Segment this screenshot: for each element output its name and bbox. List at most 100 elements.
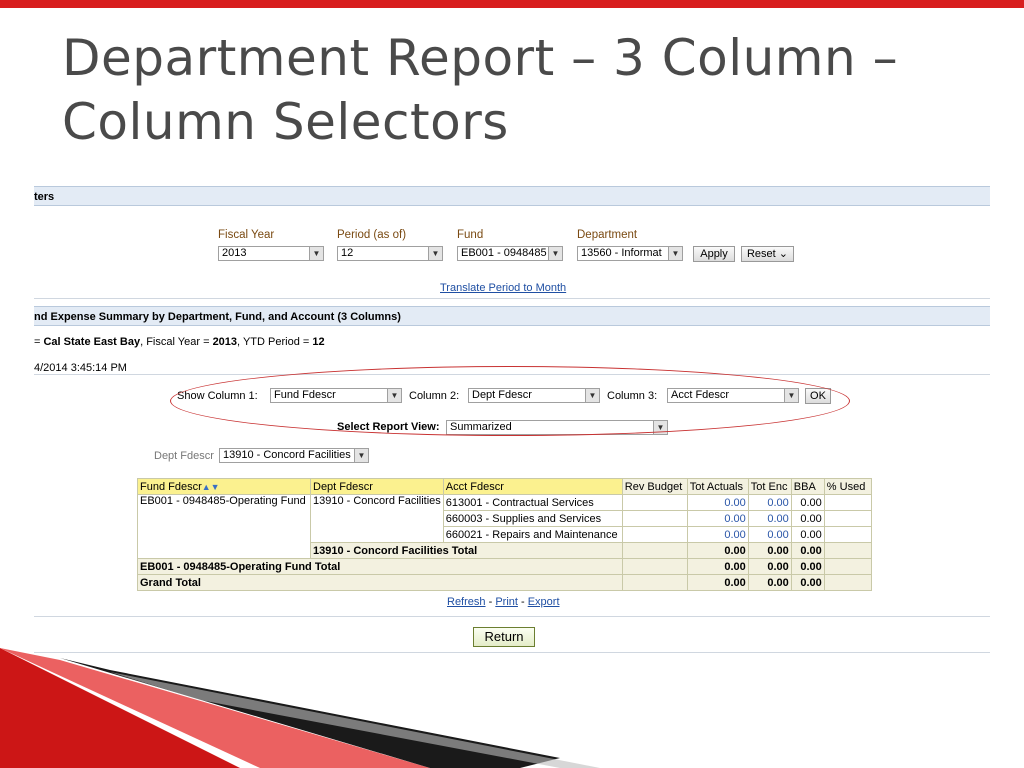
separator: - [485,596,496,608]
fiscal-year-text: , Fiscal Year = [140,336,213,348]
cell-rev-budget [621,558,688,575]
fund-total-label: EB001 - 0948485-Operating Fund Total [137,558,623,575]
cell-bba: 0.00 [790,510,825,527]
report-screenshot: ters Fiscal Year 2013 ▼ Period (as of) 12… [34,184,990,654]
cell-rev-budget [621,542,688,559]
fund-total-enc: 0.00 [747,558,792,575]
header-pct-used: % Used [823,478,872,495]
fiscal-year-value: 2013 [222,247,247,259]
print-link[interactable]: Print [495,596,518,608]
cell-tot-enc[interactable]: 0.00 [747,510,792,527]
header-acct-fdescr: Acct Fdescr [442,478,623,495]
grand-total-enc: 0.00 [747,574,792,591]
department-value: 13560 - Informat [581,247,662,259]
report-header: nd Expense Summary by Department, Fund, … [34,306,990,326]
dropdown-arrow-icon: ▼ [548,247,562,260]
cell-rev-budget [621,510,688,527]
fund-select[interactable]: EB001 - 0948485 ▼ [457,246,563,261]
cell-pct-used [823,558,872,575]
cell-pct-used [823,542,872,559]
filters-header: ters [34,186,990,206]
report-timestamp: 4/2014 3:45:14 PM [34,362,127,374]
cell-tot-actuals[interactable]: 0.00 [686,526,749,543]
cell-bba: 0.00 [790,494,825,511]
grand-total-actuals: 0.00 [686,574,749,591]
fund-total-bba: 0.00 [790,558,825,575]
table-row: EB001 - 0948485-Operating Fund 13910 - C… [137,494,872,559]
header-label: Fund Fdescr [140,480,202,493]
slide-title-line-2: Column Selectors [62,93,509,151]
grand-total-row: Grand Total 0.00 0.00 0.00 [137,574,872,591]
reset-button[interactable]: Reset ⌄ [741,246,794,262]
header-fund-fdescr[interactable]: Fund Fdescr▲▼ [137,478,311,495]
cell-rev-budget [621,574,688,591]
cell-acct: 660003 - Supplies and Services [442,510,623,527]
department-select[interactable]: 13560 - Informat ▼ [577,246,683,261]
dropdown-arrow-icon: ▼ [668,247,682,260]
apply-button[interactable]: Apply [693,246,735,262]
dept-filter-value: 13910 - Concord Facilities [223,449,351,461]
cell-bba: 0.00 [790,526,825,543]
translate-period-link[interactable]: Translate Period to Month [440,282,566,294]
ytd-number: 12 [312,336,325,348]
export-link[interactable]: Export [528,596,560,608]
cell-fund: EB001 - 0948485-Operating Fund [137,494,311,559]
cell-tot-enc[interactable]: 0.00 [747,494,792,511]
slide-title: Department Report – 3 Column – Column Se… [62,26,962,154]
cell-acct: 660021 - Repairs and Maintenance [442,526,623,543]
sort-arrows-icon[interactable]: ▲▼ [202,482,220,492]
divider [34,616,990,617]
divider [34,298,990,299]
decorative-corner-swoosh [0,648,600,768]
dept-filter-select[interactable]: 13910 - Concord Facilities ▼ [219,448,369,463]
header-rev-budget: Rev Budget [621,478,688,495]
fiscal-year-select[interactable]: 2013 ▼ [218,246,324,261]
period-select[interactable]: 12 ▼ [337,246,443,261]
fund-total-row: EB001 - 0948485-Operating Fund Total 0.0… [137,558,872,575]
fiscal-year-number: 2013 [212,336,238,348]
reset-label: Reset [746,248,776,260]
separator: - [517,596,528,608]
ytd-text: , YTD Period = [237,336,313,348]
cell-acct: 613001 - Contractual Services [442,494,623,511]
report-actions: Refresh - Print - Export [447,596,560,608]
header-tot-enc: Tot Enc [747,478,792,495]
dept-filter-label: Dept Fdescr [154,450,214,462]
cell-rev-budget [621,526,688,543]
grand-total-label: Grand Total [137,574,623,591]
period-label: Period (as of) [337,229,407,241]
cell-dept: 13910 - Concord Facilities [310,494,444,543]
campus-name: Cal State East Bay [43,336,141,348]
fund-total-actuals: 0.00 [686,558,749,575]
grand-total-bba: 0.00 [790,574,825,591]
refresh-link[interactable]: Refresh [447,596,486,608]
dept-total-actuals: 0.00 [686,542,749,559]
cell-tot-actuals[interactable]: 0.00 [686,510,749,527]
fund-label: Fund [457,229,484,241]
cell-tot-actuals[interactable]: 0.00 [686,494,749,511]
dropdown-arrow-icon: ▼ [354,449,368,462]
header-tot-actuals: Tot Actuals [686,478,749,495]
chevron-down-icon: ⌄ [778,248,789,260]
dropdown-arrow-icon: ▼ [309,247,323,260]
dept-total-enc: 0.00 [747,542,792,559]
top-accent-bar [0,0,1024,8]
slide-title-line-1: Department Report – 3 Column – [62,29,899,87]
report-table: Fund Fdescr▲▼ Dept Fdescr Acct Fdescr Re… [137,478,872,591]
dept-total-bba: 0.00 [790,542,825,559]
header-dept-fdescr: Dept Fdescr [310,478,444,495]
cell-pct-used [823,526,872,543]
dept-total-label: 13910 - Concord Facilities Total [310,542,623,559]
dropdown-arrow-icon: ▼ [428,247,442,260]
cell-pct-used [823,510,872,527]
cell-pct-used [823,494,872,511]
department-label: Department [577,229,638,241]
fund-value: EB001 - 0948485 [461,247,547,259]
period-value: 12 [341,247,354,259]
table-header-row: Fund Fdescr▲▼ Dept Fdescr Acct Fdescr Re… [137,478,872,495]
header-bba: BBA [790,478,825,495]
cell-tot-enc[interactable]: 0.00 [747,526,792,543]
fiscal-year-label: Fiscal Year [218,229,275,241]
cell-pct-used [823,574,872,591]
column-selectors-highlight-oval [170,366,850,436]
